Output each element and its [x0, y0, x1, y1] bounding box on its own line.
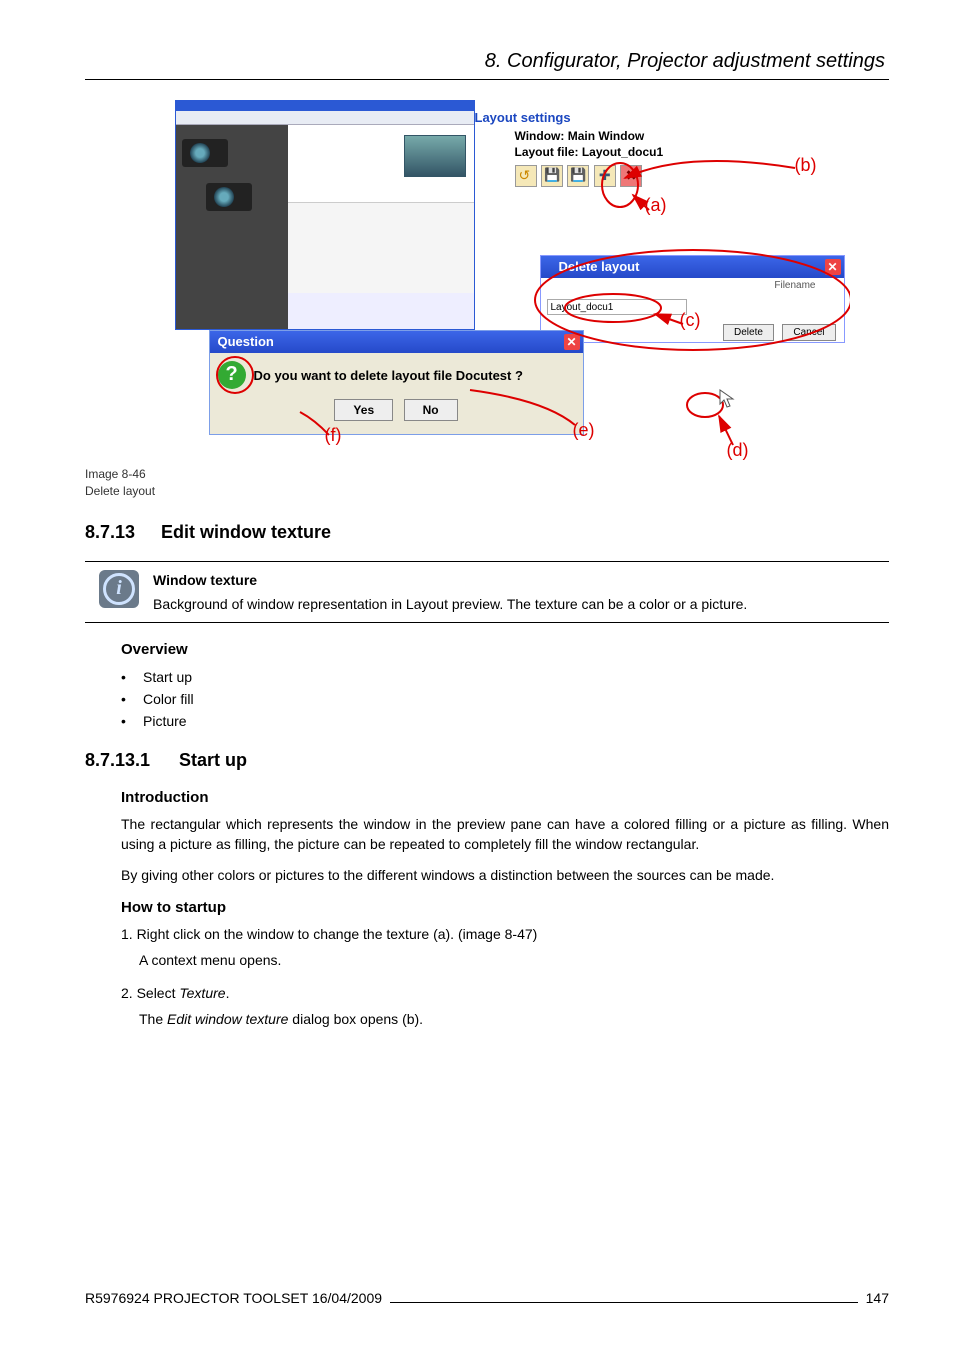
saveas-icon[interactable]: [567, 165, 589, 187]
layout-settings-panel: Layout settings Window: Main Window Layo…: [475, 110, 795, 187]
list-item: Color fill: [121, 688, 889, 710]
layout-window-label: Window: Main Window: [515, 129, 795, 143]
figure-caption-id: Image 8-46: [85, 466, 889, 483]
section-8-7-13-1-heading: 8.7.13.1 Start up: [85, 750, 889, 771]
figure-caption: Image 8-46 Delete layout: [85, 466, 889, 500]
annotation-f: (f): [325, 425, 342, 446]
delete-filename-header: Filename: [541, 278, 844, 296]
projector-icon: [182, 139, 228, 167]
step-2-sub: The Edit window texture dialog box opens…: [139, 1009, 889, 1029]
question-titlebar: Question ✕: [210, 331, 583, 353]
configurator-window-mock: [175, 100, 475, 330]
section-8-7-13-heading: 8.7.13 Edit window texture: [85, 522, 889, 543]
delete-button[interactable]: Delete: [723, 324, 774, 341]
overview-list: Start up Color fill Picture: [121, 666, 889, 732]
figure-caption-text: Delete layout: [85, 483, 889, 500]
no-button[interactable]: No: [404, 399, 458, 421]
info-box: Window texture Background of window repr…: [85, 561, 889, 624]
annotation-c: (c): [680, 310, 701, 331]
save-icon[interactable]: [541, 165, 563, 187]
section-title: Edit window texture: [161, 522, 331, 543]
howto-heading: How to startup: [121, 899, 889, 916]
intro-para-2: By giving other colors or pictures to th…: [121, 865, 889, 885]
projector-icon: [206, 183, 252, 211]
yes-button[interactable]: Yes: [334, 399, 393, 421]
layout-settings-title: Layout settings: [475, 110, 795, 125]
intro-para-1: The rectangular which represents the win…: [121, 814, 889, 855]
step-1-sub: A context menu opens.: [139, 950, 889, 970]
footer-page-number: 147: [866, 1290, 889, 1306]
info-icon: [99, 570, 139, 608]
info-body: Background of window representation in L…: [153, 594, 889, 614]
annotation-e: (e): [573, 420, 595, 441]
header-rule: [85, 79, 889, 80]
annotation-a: (a): [645, 195, 667, 216]
section-title: Start up: [179, 750, 247, 771]
annotation-d: (d): [727, 440, 749, 461]
chapter-title: 8. Configurator, Projector adjustment se…: [85, 50, 889, 73]
section-number: 8.7.13.1: [85, 750, 163, 771]
step-2: 2. Select Texture.: [121, 983, 889, 1003]
add-icon[interactable]: [594, 165, 616, 187]
layout-toolbar: [515, 165, 795, 187]
list-item: Start up: [121, 666, 889, 688]
close-icon[interactable]: ✕: [825, 259, 841, 275]
question-dialog: Question ✕ Do you want to delete layout …: [209, 330, 584, 435]
annotation-b: (b): [795, 155, 817, 176]
question-icon: [218, 361, 246, 389]
close-icon[interactable]: ✕: [564, 334, 580, 350]
layout-file-label: Layout file: Layout_docu1: [515, 145, 795, 159]
open-icon[interactable]: [515, 165, 537, 187]
question-text: Do you want to delete layout file Docute…: [254, 368, 523, 383]
delete-dialog-title: Delete layout: [559, 259, 640, 274]
page-footer: R5976924 PROJECTOR TOOLSET 16/04/2009 14…: [85, 1290, 889, 1306]
introduction-heading: Introduction: [121, 789, 889, 806]
info-title: Window texture: [153, 570, 889, 590]
figure-8-46: Layout settings Window: Main Window Layo…: [125, 100, 850, 460]
delete-filename-value[interactable]: [547, 299, 687, 315]
list-item: Picture: [121, 710, 889, 732]
section-number: 8.7.13: [85, 522, 145, 543]
overview-heading: Overview: [121, 641, 889, 658]
footer-left: R5976924 PROJECTOR TOOLSET 16/04/2009: [85, 1290, 382, 1306]
delete-icon[interactable]: [620, 165, 642, 187]
step-1: 1. Right click on the window to change t…: [121, 924, 889, 944]
cancel-button[interactable]: Cancel: [782, 324, 835, 341]
question-title: Question: [218, 334, 274, 349]
delete-dialog-titlebar: Delete layout ✕: [541, 256, 844, 278]
